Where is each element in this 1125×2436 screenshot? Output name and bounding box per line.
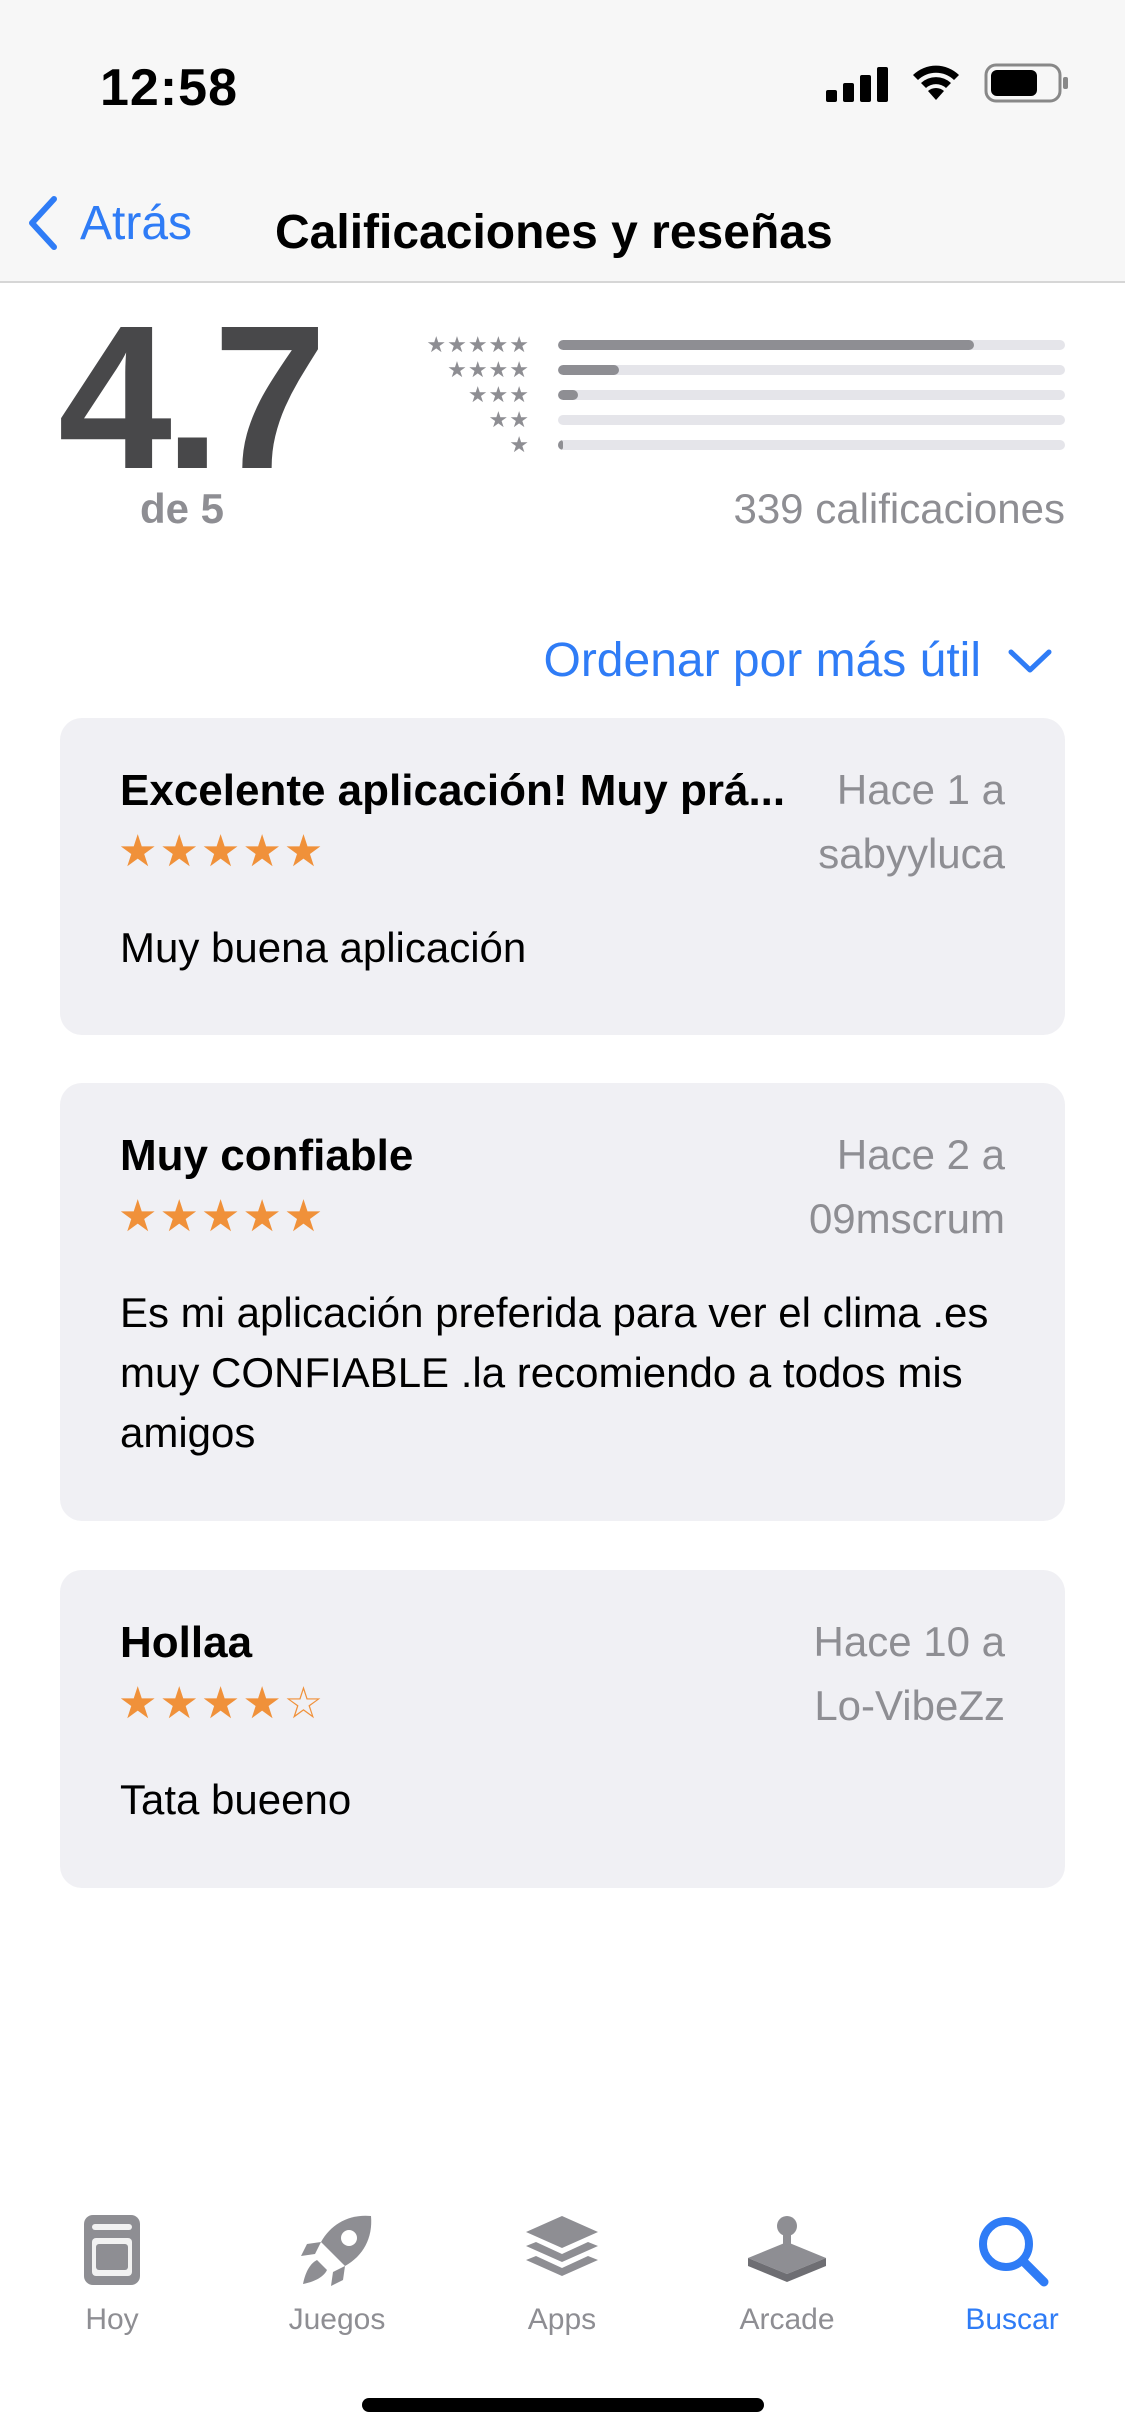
cellular-signal-icon [826, 64, 888, 102]
histogram-track [558, 339, 1065, 350]
chevron-left-icon [29, 196, 57, 250]
review-card[interactable]: Muy confiable Hace 2 a ★★★★★ 09mscrum Es… [60, 1083, 1065, 1521]
tab-buscar[interactable]: Buscar [932, 2205, 1092, 2337]
histogram-row-4: ★★★★ [410, 357, 1065, 382]
histogram-fill [558, 439, 564, 450]
histogram-stars-label: ★★★ [467, 381, 530, 407]
tab-juegos[interactable]: Juegos [257, 2205, 417, 2337]
review-stars: ★★★★★ [118, 827, 326, 876]
tab-label: Apps [527, 2303, 597, 2336]
histogram-track [558, 389, 1065, 400]
histogram-row-3: ★★★ [410, 382, 1065, 407]
review-title: Muy confiable [120, 1131, 414, 1180]
review-date: Hace 1 a [836, 766, 1005, 813]
search-icon [974, 2205, 1050, 2295]
review-body: Es mi aplicación preferida para ver el c… [120, 1289, 989, 1456]
rating-count: 339 calificaciones [733, 485, 1065, 532]
histogram-fill [558, 364, 619, 375]
status-bar: 12:58 [0, 0, 1125, 175]
arcade-joystick-icon [744, 2205, 830, 2295]
review-author: sabyyluca [818, 830, 1005, 877]
review-title: Excelente aplicación! Muy prá... [120, 766, 786, 815]
histogram-track [558, 439, 1065, 450]
review-author: 09mscrum [808, 1195, 1005, 1242]
navigation-bar: Atrás Calificaciones y reseñas [0, 175, 1125, 283]
status-icons [826, 62, 1070, 104]
review-date: Hace 10 a [813, 1618, 1005, 1665]
tab-label: Juegos [288, 2303, 386, 2336]
histogram-row-1: ★ [410, 432, 1065, 457]
review-date: Hace 2 a [836, 1131, 1005, 1178]
wifi-icon [913, 65, 959, 100]
tab-arcade[interactable]: Arcade [707, 2205, 867, 2337]
review-card[interactable]: Hollaa Hace 10 a ★★★★☆ Lo-VibeZz Tata bu… [60, 1570, 1065, 1888]
page-title: Calificaciones y reseñas [275, 206, 833, 259]
tab-hoy[interactable]: Hoy [32, 2205, 192, 2337]
tab-label: Arcade [739, 2303, 835, 2336]
apps-stack-icon [522, 2205, 602, 2295]
sort-button[interactable]: Ordenar por más útil [543, 633, 1053, 688]
histogram-fill [558, 339, 974, 350]
tab-label: Buscar [965, 2303, 1059, 2336]
tab-apps[interactable]: Apps [482, 2205, 642, 2337]
back-button[interactable]: Atrás [24, 193, 192, 253]
review-stars: ★★★★☆ [118, 1679, 326, 1728]
histogram-track [558, 414, 1065, 425]
sort-label: Ordenar por más útil [543, 634, 981, 687]
histogram-stars-label: ★★★★★ [426, 331, 530, 357]
histogram-track [558, 364, 1065, 375]
histogram-stars-label: ★ [509, 431, 530, 457]
review-stars: ★★★★★ [118, 1192, 326, 1241]
rating-out-of: de 5 [140, 485, 225, 532]
review-body: Tata bueeno [120, 1776, 352, 1823]
review-title: Hollaa [120, 1618, 253, 1667]
status-time: 12:58 [100, 59, 238, 117]
battery-icon [984, 63, 1068, 103]
chevron-down-icon [1008, 649, 1052, 672]
histogram-stars-label: ★★★★ [447, 356, 530, 382]
review-card[interactable]: Excelente aplicación! Muy prá... Hace 1 … [60, 718, 1065, 1035]
histogram-row-5: ★★★★★ [410, 332, 1065, 357]
rocket-icon [297, 2205, 377, 2295]
histogram-stars-label: ★★ [488, 406, 530, 432]
home-indicator [362, 2398, 764, 2412]
average-rating: 4.7 [58, 283, 327, 512]
histogram-row-2: ★★ [410, 407, 1065, 432]
histogram-fill [558, 389, 579, 400]
back-label: Atrás [80, 196, 193, 250]
review-body: Muy buena aplicación [120, 924, 527, 971]
rating-histogram: ★★★★★ ★★★★ ★★★ ★★ ★ [410, 332, 1065, 457]
review-author: Lo-VibeZz [814, 1682, 1005, 1729]
today-icon [81, 2205, 143, 2295]
tab-label: Hoy [85, 2303, 139, 2336]
